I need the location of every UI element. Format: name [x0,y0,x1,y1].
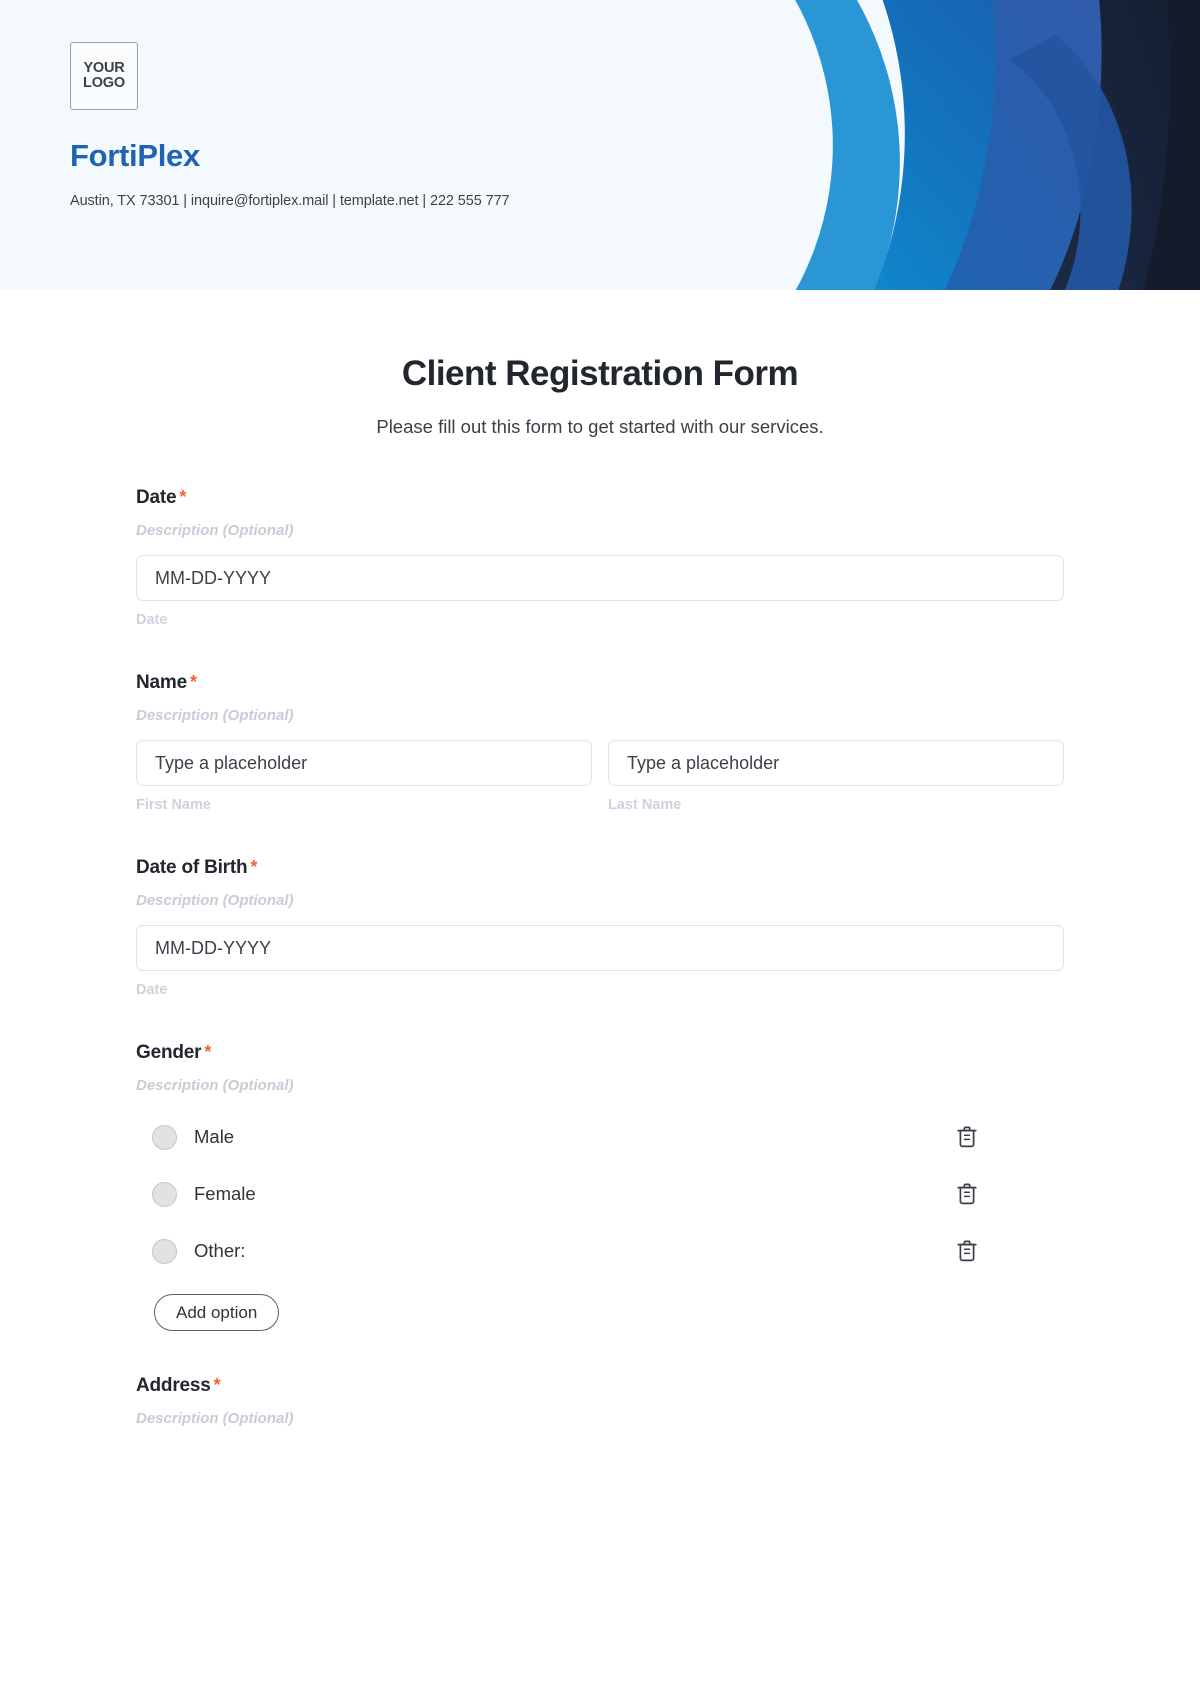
first-name-input[interactable]: Type a placeholder [136,740,592,786]
field-address-description: Description (Optional) [136,1410,294,1427]
field-name-description: Description (Optional) [136,707,294,724]
last-name-input[interactable]: Type a placeholder [608,740,1064,786]
required-asterisk: * [250,857,258,877]
field-date-label-text: Date [136,487,177,508]
field-name-label: Name * [136,672,1064,694]
brand-name: FortiPlex [70,138,200,173]
field-date: Date * Description (Optional) MM-DD-YYYY … [136,487,1064,628]
radio-option-row[interactable]: Male [136,1117,1064,1157]
field-address: Address * Description (Optional) [136,1375,1064,1427]
page-title: Client Registration Form [401,354,799,393]
date-input[interactable]: MM-DD-YYYY [136,555,1064,601]
date-input-placeholder: MM-DD-YYYY [155,567,271,588]
first-name-caption: First Name [136,797,211,813]
first-name-placeholder: Type a placeholder [155,752,308,773]
last-name-caption: Last Name [608,797,682,813]
radio-option-label: Female [194,1183,256,1204]
logo-placeholder: YOUR LOGO [70,42,138,110]
field-name-label-text: Name [136,672,187,693]
page-subtitle: Please fill out this form to get started… [376,416,824,437]
logo-line-1: YOUR [83,59,125,76]
field-name: Name * Description (Optional) Type a plac… [136,672,1064,813]
field-date-description: Description (Optional) [136,522,294,539]
header-decorative-artwork [540,0,1200,290]
field-dob-description: Description (Optional) [136,892,294,909]
last-name-placeholder: Type a placeholder [627,752,780,773]
first-name-group: Type a placeholder First Name [136,740,592,813]
field-address-label-text: Address [136,1375,211,1396]
radio-option-row[interactable]: Other: [136,1231,1064,1271]
logo-line-2: LOGO [83,75,125,91]
radio-button-other[interactable] [152,1238,177,1264]
form-body: Client Registration Form Please fill out… [0,290,1200,1427]
add-option-button[interactable]: Add option [154,1294,280,1331]
fields-container: Date * Description (Optional) MM-DD-YYYY … [136,487,1064,1427]
radio-button-male[interactable] [152,1124,177,1150]
field-dob-caption: Date [136,982,168,998]
radio-option-label: Other: [194,1240,246,1261]
brand-block: YOUR LOGO FortiPlex Austin, TX 73301 | i… [70,42,510,209]
field-date-of-birth: Date of Birth * Description (Optional) MM… [136,857,1064,998]
required-asterisk: * [213,1375,221,1395]
name-inputs-row: Type a placeholder First Name Type a pla… [136,740,1064,813]
field-gender: Gender * Description (Optional) Male Fem… [136,1042,1064,1331]
field-date-caption: Date [136,612,168,628]
last-name-group: Type a placeholder Last Name [608,740,1064,813]
field-dob-label-text: Date of Birth [136,857,248,878]
required-asterisk: * [179,487,187,507]
trash-icon[interactable] [954,1124,980,1150]
gender-options-list: Male Female Other: Add option [136,1117,1064,1331]
page-header: YOUR LOGO FortiPlex Austin, TX 73301 | i… [0,0,1200,290]
field-gender-label: Gender * [136,1042,1064,1064]
dob-input-placeholder: MM-DD-YYYY [155,937,271,958]
brand-contact-line: Austin, TX 73301 | inquire@fortiplex.mai… [70,193,510,209]
radio-option-label: Male [194,1126,235,1147]
field-date-label: Date * [136,487,1064,509]
required-asterisk: * [204,1042,212,1062]
field-gender-label-text: Gender [136,1042,202,1063]
required-asterisk: * [189,672,197,692]
field-dob-label: Date of Birth * [136,857,1064,879]
field-gender-description: Description (Optional) [136,1077,294,1094]
radio-option-row[interactable]: Female [136,1174,1064,1214]
field-address-label: Address * [136,1375,1064,1397]
trash-icon[interactable] [954,1181,980,1207]
radio-button-female[interactable] [152,1181,177,1207]
date-of-birth-input[interactable]: MM-DD-YYYY [136,925,1064,971]
trash-icon[interactable] [954,1238,980,1264]
